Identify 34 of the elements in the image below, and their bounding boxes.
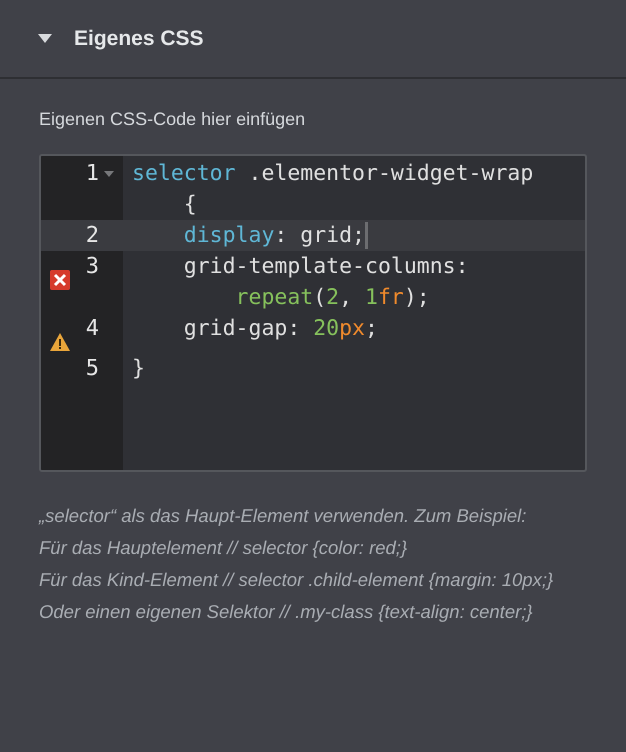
code-token: 20 [313, 315, 340, 343]
code-editor[interactable]: 1 selector .elementor-widget-wrap { 2 display: grid; 3 grid-template-columns: repeat(2, 1fr); 4 grid-gap: 20px; 5 } [39, 154, 587, 472]
line-number: 1 [84, 160, 99, 188]
help-text: Für das Hauptelement // selector {color: red;} [39, 536, 408, 560]
code-token: fr [378, 284, 404, 312]
code-token: ; [365, 315, 378, 343]
code-token: display [182, 222, 274, 250]
help-text: „selector“ als das Haupt-Element verwenden. Zum Beispiel: [39, 504, 528, 528]
field-label: Eigenen CSS-Code hier einfügen [39, 109, 306, 130]
code-token: ( [313, 284, 326, 312]
fold-icon[interactable] [104, 171, 114, 177]
line-number: 3 [84, 253, 99, 281]
code-token: grid-template-columns: [182, 253, 469, 281]
code-token: 1 [365, 284, 378, 312]
code-token: selector [132, 160, 236, 188]
code-token: repeat [234, 284, 314, 312]
code-token: px [339, 315, 365, 343]
code-token: 2 [326, 284, 340, 312]
code-token: , [339, 284, 354, 312]
section-title[interactable]: Eigenes CSS [74, 26, 204, 50]
line-number: 5 [84, 355, 99, 383]
line-number: 2 [84, 222, 99, 250]
help-text: Oder einen eigenen Selektor // .my-class {text-align: center;} [39, 600, 534, 624]
code-token: : grid; [274, 222, 365, 250]
line-number: 4 [84, 315, 99, 343]
warning-icon [49, 331, 71, 353]
code-token: ); [404, 284, 430, 312]
code-token: .elementor-widget-wrap [248, 160, 534, 188]
help-text: Für das Kind-Element // selector .child-element {margin: 10px;} [39, 568, 554, 592]
code-token: { [182, 191, 197, 219]
code-token: } [132, 355, 145, 383]
code-token: grid-gap: [182, 315, 302, 343]
error-icon [49, 269, 71, 291]
caret-icon[interactable] [38, 34, 52, 43]
